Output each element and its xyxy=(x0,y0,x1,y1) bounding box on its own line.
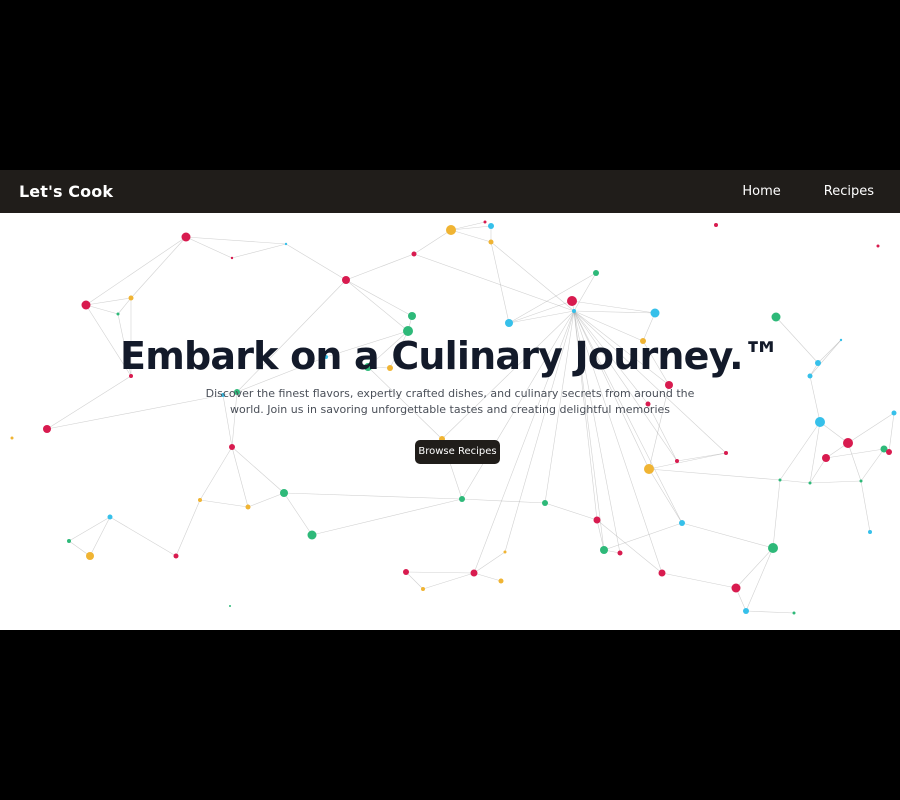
hero-title: Embark on a Culinary Journey.™ xyxy=(120,334,781,378)
nav-link-home[interactable]: Home xyxy=(742,184,780,199)
nav-link-recipes[interactable]: Recipes xyxy=(824,184,874,199)
site-frame: Let's Cook Home Recipes Embark on a Culi… xyxy=(0,170,900,630)
navbar: Let's Cook Home Recipes xyxy=(0,170,900,213)
brand-logo[interactable]: Let's Cook xyxy=(19,182,113,201)
browse-recipes-button[interactable]: Browse Recipes xyxy=(415,440,500,464)
nav-links: Home Recipes xyxy=(742,184,874,199)
hero-section: Embark on a Culinary Journey.™ Discover … xyxy=(0,213,900,630)
hero-subtitle: Discover the finest flavors, expertly cr… xyxy=(205,387,695,416)
hero-content: Embark on a Culinary Journey.™ Discover … xyxy=(0,213,900,630)
